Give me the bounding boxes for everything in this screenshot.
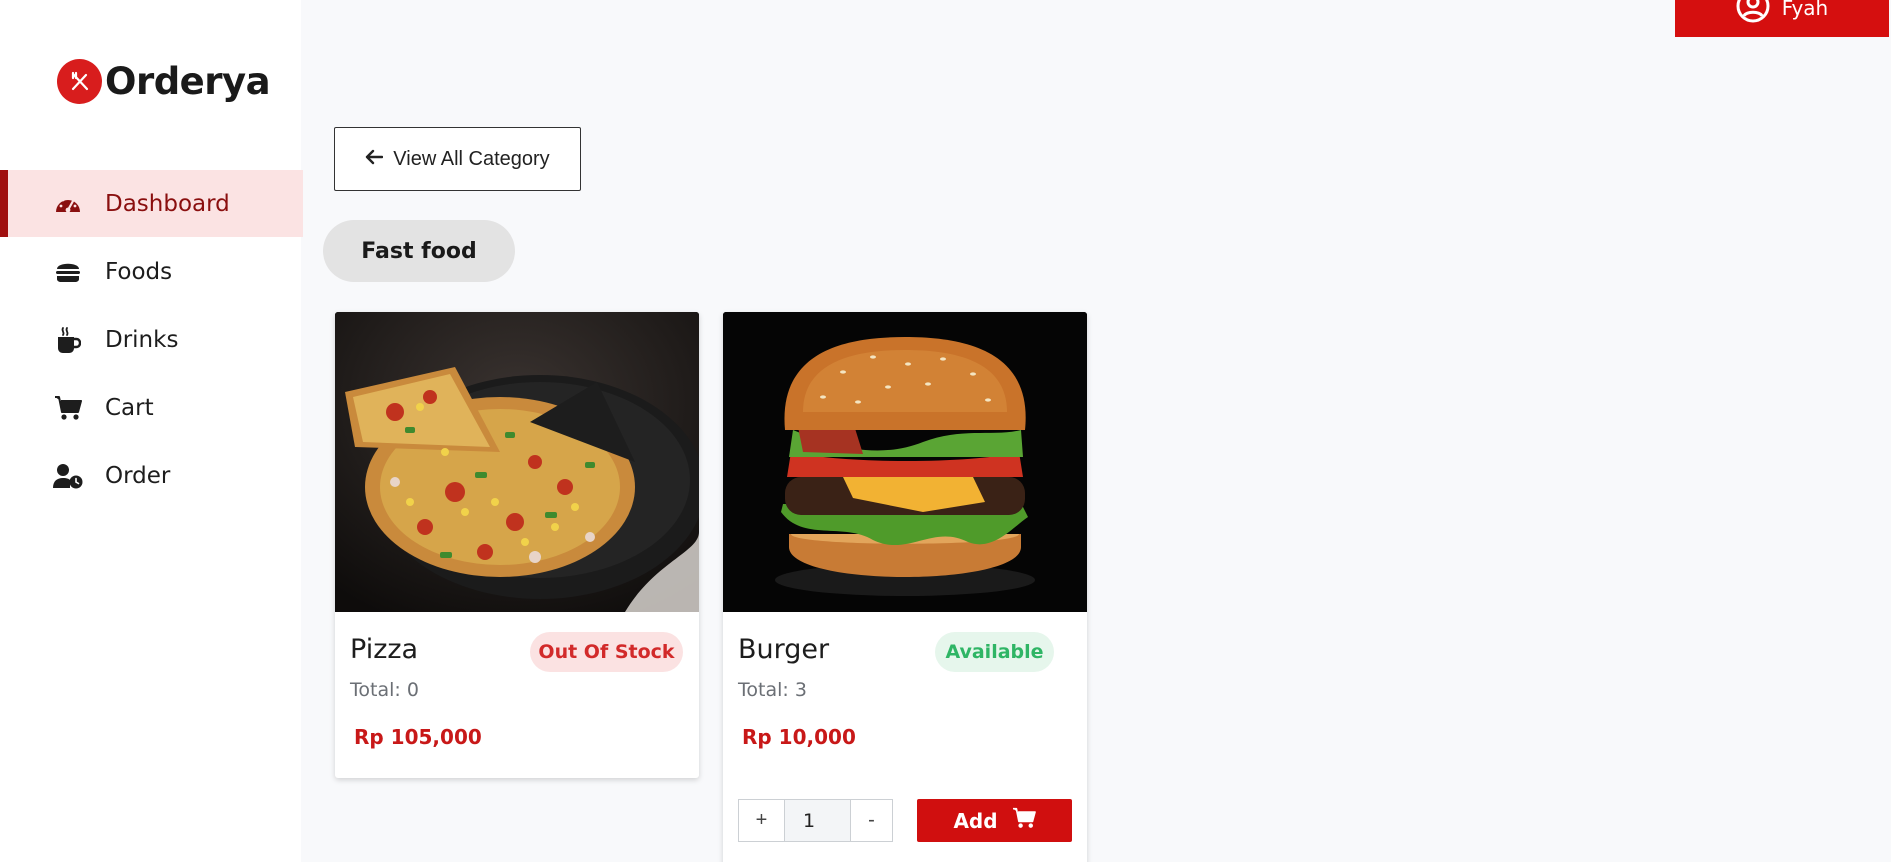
- product-total: Total: 3: [738, 679, 807, 701]
- add-to-cart-button[interactable]: Add: [917, 799, 1072, 842]
- burger-icon: [53, 257, 83, 287]
- product-name: Pizza: [350, 634, 419, 665]
- brand-logo[interactable]: Orderya: [57, 59, 271, 104]
- user-circle-icon: [1736, 0, 1770, 27]
- brand-name: Orderya: [105, 60, 271, 103]
- cart-icon: [53, 393, 83, 423]
- product-price: Rp 105,000: [354, 725, 482, 749]
- sidebar-item-cart[interactable]: Cart: [0, 374, 303, 441]
- user-clock-icon: [53, 461, 83, 491]
- sidebar-nav: Dashboard Foods Drinks Cart Order: [0, 170, 303, 510]
- coffee-cup-icon: [53, 325, 83, 355]
- decrement-button[interactable]: -: [850, 799, 893, 842]
- sidebar-item-label: Drinks: [105, 326, 179, 353]
- sidebar-item-foods[interactable]: Foods: [0, 238, 303, 305]
- view-all-category-button[interactable]: View All Category: [334, 127, 581, 191]
- category-pill[interactable]: Fast food: [323, 220, 515, 282]
- burger-image: [723, 312, 1087, 612]
- sidebar-item-label: Order: [105, 462, 171, 489]
- status-badge: Out Of Stock: [530, 632, 683, 672]
- product-card-burger: Burger Available Total: 3 Rp 10,000 + - …: [723, 312, 1087, 862]
- product-price: Rp 10,000: [742, 725, 856, 749]
- arrow-left-icon: [365, 148, 384, 171]
- sidebar: Orderya Dashboard Foods Drinks Cart Orde…: [0, 0, 303, 862]
- quantity-input[interactable]: [785, 799, 850, 842]
- product-name: Burger: [738, 634, 830, 665]
- fork-knife-icon: [57, 59, 102, 104]
- speedometer-icon: [53, 189, 83, 219]
- user-menu-button[interactable]: Fyah: [1675, 0, 1889, 37]
- cart-icon: [1012, 807, 1036, 834]
- product-card-pizza: Pizza Out Of Stock Total: 0 Rp 105,000: [335, 312, 699, 778]
- back-button-label: View All Category: [393, 147, 550, 170]
- add-button-label: Add: [953, 808, 998, 833]
- sidebar-item-order[interactable]: Order: [0, 442, 303, 509]
- sidebar-item-dashboard[interactable]: Dashboard: [0, 170, 303, 237]
- user-name: Fyah: [1781, 0, 1829, 20]
- increment-button[interactable]: +: [738, 799, 785, 842]
- quantity-stepper: + -: [738, 799, 893, 842]
- product-total: Total: 0: [350, 679, 419, 701]
- sidebar-item-label: Cart: [105, 394, 154, 421]
- sidebar-item-drinks[interactable]: Drinks: [0, 306, 303, 373]
- sidebar-item-label: Dashboard: [105, 190, 230, 217]
- sidebar-item-label: Foods: [105, 258, 173, 285]
- status-badge: Available: [935, 632, 1054, 672]
- pizza-image: [335, 312, 699, 612]
